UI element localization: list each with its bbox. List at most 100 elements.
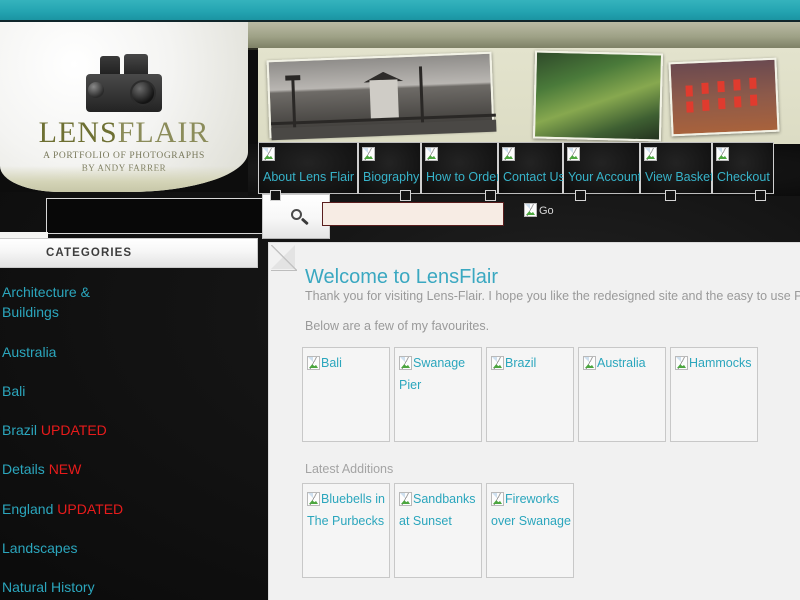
broken-image-icon [675,356,688,370]
sidebar-item-label: Bali [2,382,26,399]
status-badge: UPDATED [57,500,124,517]
thumbnail-caption: Bali [307,352,389,374]
thumbnail-item[interactable]: Australia [578,347,666,442]
broken-image-icon [399,492,412,506]
thumbnail-caption: Brazil [491,352,573,374]
sidebar-item-architecture-buildings[interactable]: Architecture & Buildings [0,282,150,323]
latest-additions-label: Latest Additions [305,462,394,476]
sidebar-item-label: Landscapes [2,540,78,557]
broken-image-icon [425,147,438,161]
nav-item-label[interactable]: Biography [363,170,419,184]
brand-name-part1: LENS [38,116,118,149]
thumbnail-item[interactable]: Swanage Pier [394,347,482,442]
sidebar-item-england[interactable]: England UPDATED [0,499,150,519]
nav-item-label[interactable]: Your Account [568,170,641,184]
site-logo-panel[interactable]: LENSFLAIR A PORTFOLIO OF PHOTOGRAPHS BY … [0,22,248,192]
categories-header: CATEGORIES [0,238,258,268]
red-windows-building-photo [668,57,780,137]
thumbnail-caption: Fireworks over Swanage [491,488,573,532]
thumbnail-item[interactable]: Hammocks [670,347,758,442]
broken-image-icon [716,147,729,161]
broken-image-icon [524,203,537,217]
thumbnail-item[interactable]: Sandbanks at Sunset [394,483,482,578]
sidebar-item-natural-history[interactable]: Natural History [0,577,150,597]
sidebar-item-label: Natural History [2,579,95,596]
status-badge: NEW [48,461,82,478]
header-black-bar [46,198,271,234]
nav-item-label[interactable]: How to Order [426,170,500,184]
nav-item-biography[interactable]: Biography [358,142,421,194]
thumbnail-label: Bali [321,356,342,370]
sidebar-item-label: Brazil [2,422,38,439]
thumbnail-label: Hammocks [689,356,752,370]
broken-image-icon [491,492,504,506]
broken-image-icon [307,492,320,506]
broken-image-icon [491,356,504,370]
panel-fold-outline [271,245,297,271]
thumbnail-caption: Sandbanks at Sunset [399,488,481,532]
intro-paragraph: Thank you for visiting Lens-Flair. I hop… [305,289,800,303]
broken-image-icon [502,147,515,161]
nav-item-label[interactable]: About Lens Flair [263,170,354,184]
sidebar-item-label: Details [2,461,45,478]
magnifier-icon [291,209,302,220]
top-teal-bar [0,0,800,22]
sidebar-item-brazil[interactable]: Brazil UPDATED [0,420,150,440]
nav-tab-stub [755,190,766,201]
broken-image-icon [362,147,375,161]
nav-item-about-lens-flair[interactable]: About Lens Flair [258,142,358,194]
terraced-fields-photo [532,50,664,142]
nav-item-label[interactable]: Contact Us [503,170,565,184]
thumbnail-caption: Bluebells in The Purbecks [307,488,389,532]
sidebar-item-label: Architecture & Buildings [2,284,90,321]
page-title: Welcome to LensFlair [305,266,499,289]
broken-image-icon [644,147,657,161]
brand-wordmark: LENSFLAIR [0,118,248,148]
nav-tab-stub [575,190,586,201]
camera-icon [78,54,170,114]
sidebar-item-label: England [2,500,54,517]
broken-image-icon [262,147,275,161]
nav-item-label[interactable]: Checkout [717,170,770,184]
page-root: LENSFLAIR A PORTFOLIO OF PHOTOGRAPHS BY … [0,0,800,600]
main-navigation: About Lens Flair Biography How to Order Con… [258,142,800,194]
broken-image-icon [399,356,412,370]
main-content-panel: Welcome to LensFlair Thank you for visit… [268,242,800,600]
sidebar-item-bali[interactable]: Bali [0,381,150,401]
brand-name-part2: FLAIR [117,116,210,149]
thumbnail-item[interactable]: Brazil [486,347,574,442]
swanage-pier-photo [266,51,497,141]
broken-image-icon [567,147,580,161]
thumbnail-item[interactable]: Bluebells in The Purbecks [302,483,390,578]
brand-tagline: A PORTFOLIO OF PHOTOGRAPHS [43,151,205,161]
category-list: Architecture & Buildings Australia Bali Bra… [0,282,250,600]
broken-image-icon [307,356,320,370]
search-input[interactable] [322,202,504,226]
nav-item-label[interactable]: View Basket [645,170,714,184]
nav-item-view-basket[interactable]: View Basket [640,142,714,194]
go-button[interactable]: Go [524,203,554,217]
categories-header-label: CATEGORIES [46,247,133,259]
nav-tab-stub [485,190,496,201]
nav-item-your-account[interactable]: Your Account [563,142,641,194]
status-badge: UPDATED [40,422,107,439]
favourites-thumb-row: Bali Swanage Pier Brazil Australia Hammocks [302,347,762,442]
latest-thumb-row: Bluebells in The Purbecks Sandbanks at Su… [302,483,578,578]
sidebar-item-details[interactable]: Details NEW [0,459,150,479]
nav-item-contact-us[interactable]: Contact Us [498,142,565,194]
nav-tab-stub [665,190,676,201]
header-photo-strip [258,48,800,144]
nav-item-how-to-order[interactable]: How to Order [421,142,500,194]
thumbnail-item[interactable]: Fireworks over Swanage [486,483,574,578]
thumbnail-label: Australia [597,356,646,370]
thumbnail-item[interactable]: Bali [302,347,390,442]
nav-tab-stub [400,190,411,201]
nav-tab-stub [270,190,281,201]
nav-item-checkout[interactable]: Checkout [712,142,774,194]
thumbnail-caption: Hammocks [675,352,757,374]
brand-author: BY ANDY FARRER [81,163,167,173]
sidebar-item-landscapes[interactable]: Landscapes [0,538,150,558]
broken-image-icon [583,356,596,370]
go-label: Go [539,205,554,217]
sidebar-item-australia[interactable]: Australia [0,342,150,362]
